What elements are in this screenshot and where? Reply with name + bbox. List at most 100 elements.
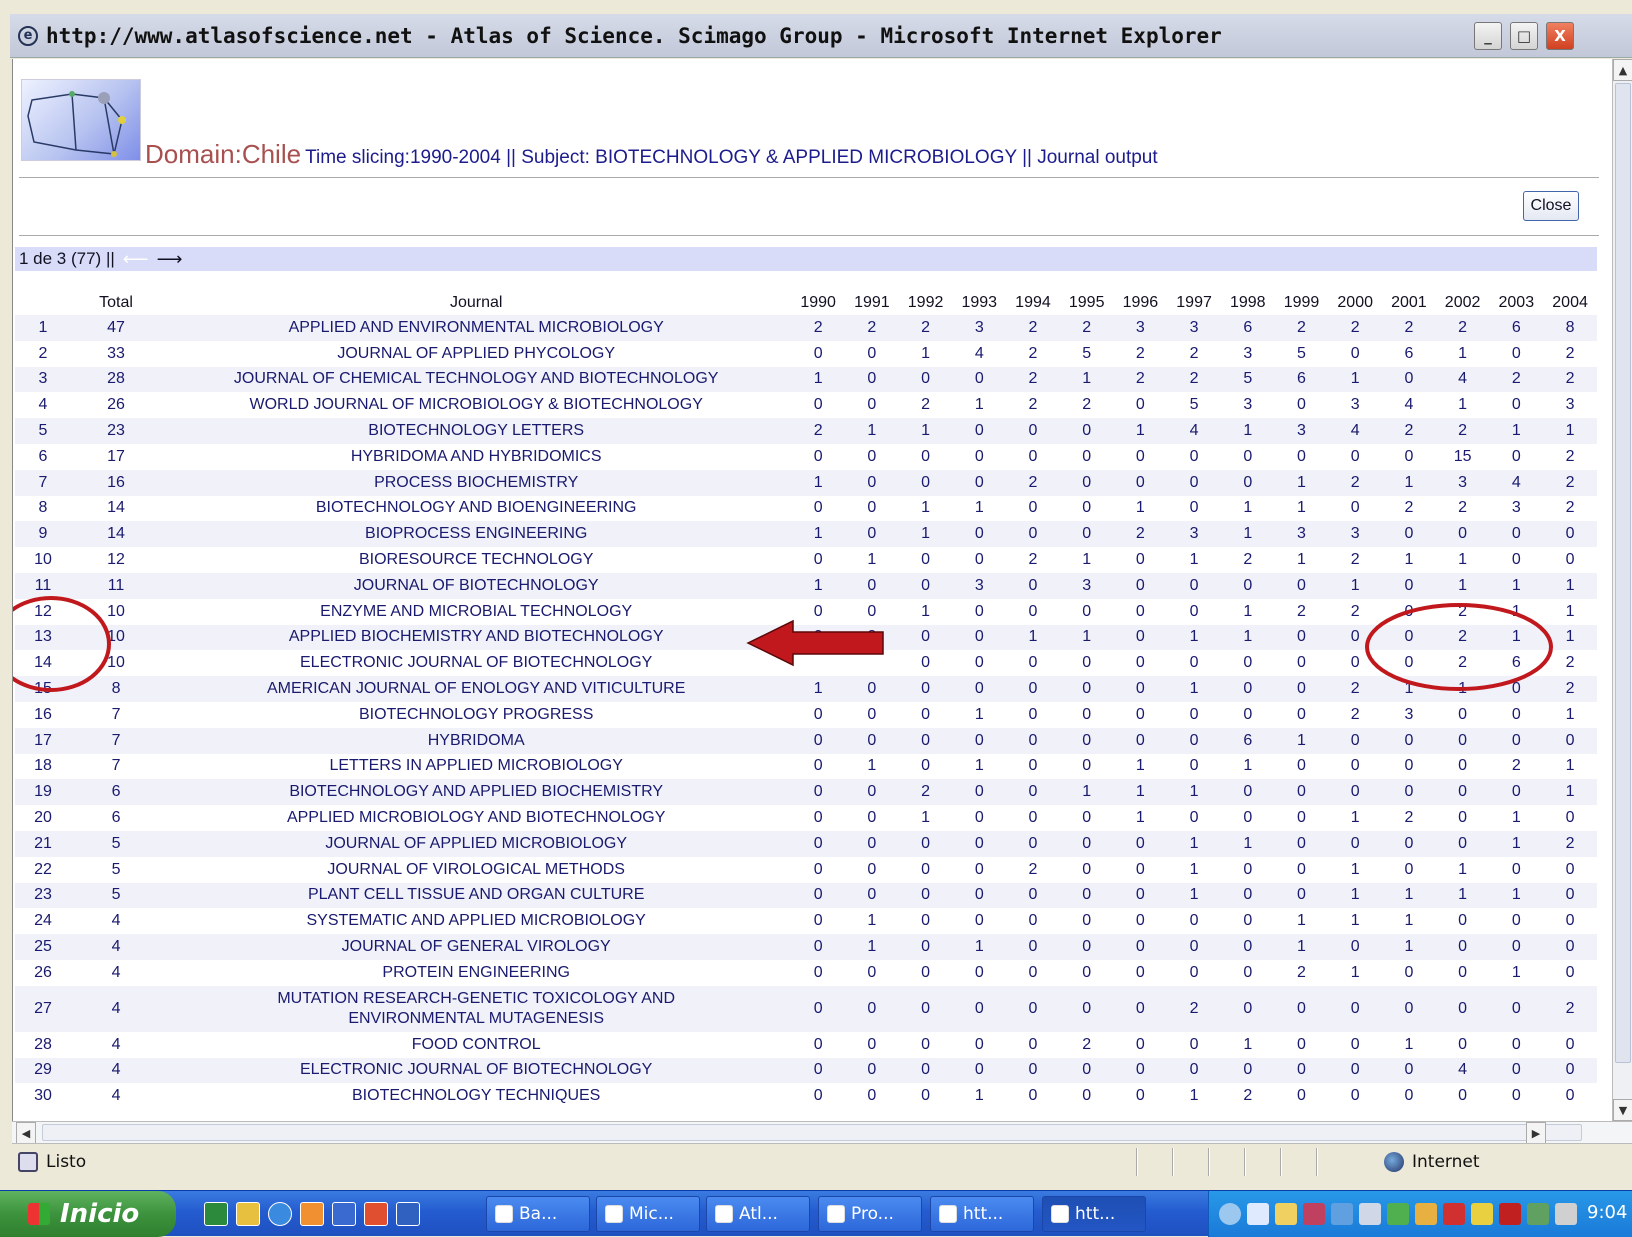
journal-cell[interactable]: BIOTECHNOLOGY PROGRESS	[161, 701, 792, 728]
word-icon[interactable]	[396, 1202, 420, 1226]
year-count-cell: 1	[1167, 547, 1221, 573]
journal-cell[interactable]: APPLIED MICROBIOLOGY AND BIOTECHNOLOGY	[161, 805, 792, 831]
atlas-logo	[21, 79, 141, 161]
year-count-cell: 1	[1435, 882, 1490, 909]
scroll-right-icon[interactable]: ▶	[1526, 1122, 1546, 1144]
journal-cell[interactable]: JOURNAL OF GENERAL VIROLOGY	[161, 934, 792, 960]
tray-app-icon[interactable]	[1247, 1203, 1269, 1225]
start-button[interactable]: Inicio	[0, 1191, 176, 1237]
journal-cell[interactable]: JOURNAL OF CHEMICAL TECHNOLOGY AND BIOTE…	[161, 366, 792, 393]
title-bar[interactable]: e http://www.atlasofscience.net - Atlas …	[10, 14, 1632, 58]
year-count-cell: 0	[845, 469, 899, 496]
rank-cell: 21	[15, 830, 72, 857]
tray-tool-icon[interactable]	[1471, 1203, 1493, 1225]
powerpoint-icon[interactable]	[364, 1202, 388, 1226]
year-count-cell: 1	[1167, 1083, 1221, 1110]
year-count-cell: 15	[1435, 443, 1490, 470]
journal-cell[interactable]: APPLIED BIOCHEMISTRY AND BIOTECHNOLOGY	[161, 624, 792, 651]
journal-cell[interactable]: MUTATION RESEARCH-GENETIC TOXICOLOGY AND…	[161, 985, 792, 1032]
journal-cell[interactable]: SYSTEMATIC AND APPLIED MICROBIOLOGY	[161, 908, 792, 935]
taskbar-button-label: htt...	[1075, 1204, 1116, 1224]
journal-cell[interactable]: HYBRIDOMA AND HYBRIDOMICS	[161, 443, 792, 470]
journal-cell[interactable]: JOURNAL OF VIROLOGICAL METHODS	[161, 856, 792, 883]
year-count-cell	[791, 650, 846, 677]
hscroll-thumb[interactable]	[42, 1124, 1582, 1141]
journal-cell[interactable]: BIOTECHNOLOGY LETTERS	[161, 418, 792, 444]
year-count-cell: 0	[791, 340, 846, 367]
scroll-thumb[interactable]	[1615, 83, 1631, 1063]
year-count-cell: 2	[1328, 547, 1383, 573]
maximize-button[interactable]: □	[1510, 22, 1538, 50]
journal-cell[interactable]: PROCESS BIOCHEMISTRY	[161, 469, 792, 496]
scroll-left-icon[interactable]: ◀	[16, 1122, 36, 1144]
taskbar-button[interactable]: htt...	[930, 1196, 1034, 1232]
year-count-cell: 0	[1006, 650, 1060, 677]
journal-cell[interactable]: FOOD CONTROL	[161, 1031, 792, 1058]
tray-doc-icon[interactable]	[1359, 1203, 1381, 1225]
year-count-cell: 2	[1113, 521, 1168, 548]
excel-icon[interactable]	[204, 1202, 228, 1226]
taskbar-button-label: Atl...	[739, 1204, 778, 1224]
tray-antivirus-icon[interactable]	[1443, 1203, 1465, 1225]
next-page-arrow-icon[interactable]: ⟶	[157, 249, 183, 270]
taskbar-button[interactable]: htt...	[1042, 1196, 1146, 1232]
taskbar-button[interactable]: Ba...	[486, 1196, 590, 1232]
tray-alert-icon[interactable]	[1499, 1203, 1521, 1225]
minimize-button[interactable]: _	[1474, 22, 1502, 50]
year-count-cell: 0	[1113, 908, 1168, 935]
journal-cell[interactable]: BIOPROCESS ENGINEERING	[161, 521, 792, 548]
app-icon	[715, 1205, 733, 1223]
clock-icon[interactable]	[300, 1202, 324, 1226]
year-count-cell: 0	[1059, 521, 1114, 548]
journal-cell[interactable]: PROTEIN ENGINEERING	[161, 959, 792, 986]
tray-update-icon[interactable]	[1415, 1203, 1437, 1225]
journal-cell[interactable]: APPLIED AND ENVIRONMENTAL MICROBIOLOGY	[161, 315, 792, 341]
app-icon[interactable]	[332, 1202, 356, 1226]
header-rank	[15, 291, 71, 315]
year-count-cell: 0	[898, 443, 953, 470]
year-count-cell: 0	[1489, 779, 1544, 806]
taskbar-button[interactable]: Atl...	[706, 1196, 810, 1232]
year-count-cell: 0	[1006, 779, 1060, 806]
tray-network-icon[interactable]	[1303, 1203, 1325, 1225]
rank-cell: 8	[15, 495, 72, 522]
tray-messenger-icon[interactable]	[1331, 1203, 1353, 1225]
journal-cell[interactable]: BIOTECHNOLOGY AND BIOENGINEERING	[161, 495, 792, 522]
journal-cell[interactable]: ELECTRONIC JOURNAL OF BIOTECHNOLOGY	[161, 650, 792, 677]
journal-cell[interactable]: JOURNAL OF APPLIED PHYCOLOGY	[161, 340, 792, 367]
taskbar-button[interactable]: Mic...	[596, 1196, 700, 1232]
scroll-down-icon[interactable]: ▼	[1613, 1099, 1632, 1121]
scroll-up-icon[interactable]: ▲	[1613, 59, 1632, 81]
vertical-scrollbar[interactable]: ▲ ▼	[1612, 59, 1632, 1121]
prev-page-arrow-icon[interactable]: ⟵	[123, 249, 149, 270]
journal-cell[interactable]: ELECTRONIC JOURNAL OF BIOTECHNOLOGY	[161, 1057, 792, 1084]
journal-cell[interactable]: AMERICAN JOURNAL OF ENOLOGY AND VITICULT…	[161, 676, 792, 702]
journal-cell[interactable]: HYBRIDOMA	[161, 727, 792, 754]
journal-cell[interactable]: PLANT CELL TISSUE AND ORGAN CULTURE	[161, 882, 792, 909]
tray-back-icon[interactable]	[1219, 1203, 1241, 1225]
close-window-button[interactable]: X	[1546, 22, 1574, 50]
year-count-cell: 1	[791, 676, 846, 702]
journal-cell[interactable]: WORLD JOURNAL OF MICROBIOLOGY & BIOTECHN…	[161, 392, 792, 419]
journal-cell[interactable]: BIOTECHNOLOGY AND APPLIED BIOCHEMISTRY	[161, 779, 792, 806]
tray-volume-icon[interactable]	[1527, 1203, 1549, 1225]
journal-cell[interactable]: LETTERS IN APPLIED MICROBIOLOGY	[161, 753, 792, 780]
journal-cell[interactable]: JOURNAL OF APPLIED MICROBIOLOGY	[161, 830, 792, 857]
tray-security-icon[interactable]	[1387, 1203, 1409, 1225]
year-count-cell: 1	[1543, 753, 1597, 780]
journal-cell[interactable]: BIORESOURCE TECHNOLOGY	[161, 547, 792, 573]
journal-cell[interactable]: BIOTECHNOLOGY TECHNIQUES	[161, 1083, 792, 1110]
tray-display-icon[interactable]	[1555, 1203, 1577, 1225]
horizontal-scrollbar[interactable]: ◀ ▶	[12, 1121, 1632, 1144]
folder-icon[interactable]	[236, 1202, 260, 1226]
rank-cell: 6	[15, 443, 72, 470]
journal-cell[interactable]: JOURNAL OF BIOTECHNOLOGY	[161, 572, 792, 599]
tray-mail-icon[interactable]	[1275, 1203, 1297, 1225]
year-count-cell: 0	[1059, 418, 1114, 444]
year-count-cell: 1	[898, 495, 953, 522]
taskbar-button[interactable]: Pro...	[818, 1196, 922, 1232]
ie-icon[interactable]	[268, 1202, 292, 1226]
year-count-cell: 0	[1059, 495, 1114, 522]
journal-cell[interactable]: ENZYME AND MICROBIAL TECHNOLOGY	[161, 598, 792, 625]
close-button[interactable]: Close	[1523, 191, 1579, 221]
